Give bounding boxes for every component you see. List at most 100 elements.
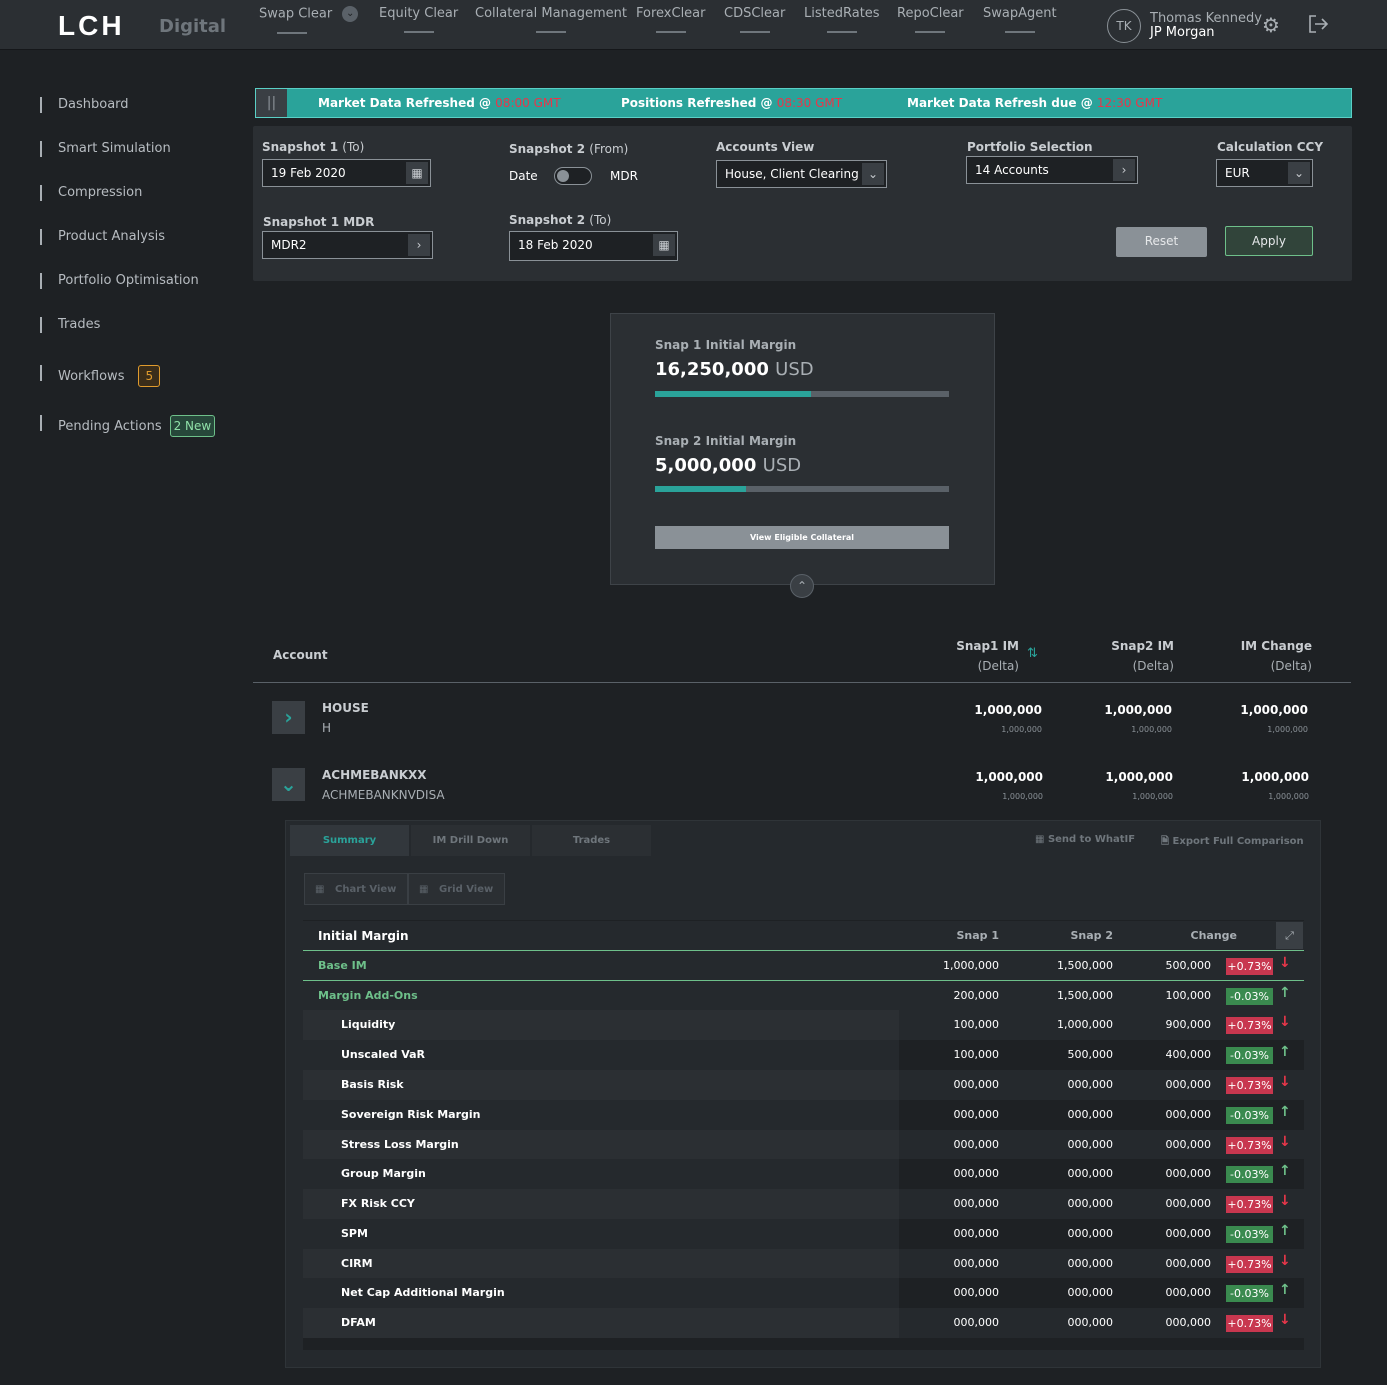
change-pct-badge: +0.73% bbox=[1226, 958, 1273, 975]
chevron-right-icon[interactable]: › bbox=[408, 234, 430, 256]
snap1-progress-fill bbox=[655, 391, 811, 397]
nav-swapagent[interactable]: SwapAgent bbox=[983, 6, 1057, 33]
snap2-value: 1,000,000 bbox=[1104, 703, 1172, 717]
col-snap2-im[interactable]: Snap2 IM (Delta) bbox=[1094, 636, 1174, 676]
calendar-icon[interactable]: ▦ bbox=[406, 162, 428, 184]
grid-row[interactable]: Liquidity 100,000 1,000,000 900,000 +0.73% ↓ bbox=[303, 1010, 1304, 1040]
sidebar-item-workflows[interactable]: Workflows 5 bbox=[40, 365, 161, 387]
grid-row[interactable]: SPM 000,000 000,000 000,000 -0.03% ↑ bbox=[303, 1219, 1304, 1249]
grid-row[interactable]: Stress Loss Margin 000,000 000,000 000,000 +… bbox=[303, 1130, 1304, 1160]
grid-row[interactable]: DFAM 000,000 000,000 000,000 +0.73% ↓ bbox=[303, 1308, 1304, 1338]
arrow-up-icon: ↑ bbox=[1279, 1282, 1291, 1298]
row-snap2: 000,000 bbox=[1067, 1078, 1114, 1091]
tab-trades[interactable]: Trades bbox=[532, 825, 651, 856]
export-link[interactable]: 🗎 Export Full Comparison bbox=[1161, 834, 1304, 851]
user-name: Thomas Kennedy bbox=[1150, 11, 1262, 26]
file-icon: 🗎 bbox=[1161, 836, 1170, 847]
snap1-value: 1,000,000 bbox=[974, 703, 1042, 717]
nav-listedrates[interactable]: ListedRates bbox=[804, 6, 880, 33]
sidebar-item-trades[interactable]: Trades bbox=[40, 317, 100, 333]
user-info[interactable]: Thomas Kennedy JP Morgan bbox=[1150, 12, 1262, 40]
tab-summary[interactable]: Summary bbox=[290, 825, 409, 856]
sort-icon[interactable]: ⇅ bbox=[1027, 646, 1038, 661]
grid-row[interactable]: Basis Risk 000,000 000,000 000,000 +0.73% ↓ bbox=[303, 1070, 1304, 1100]
sidebar-item-portfolio-optimisation[interactable]: Portfolio Optimisation bbox=[40, 273, 199, 289]
col-im-change[interactable]: IM Change (Delta) bbox=[1222, 636, 1312, 676]
collapse-chevron-up-icon[interactable]: ⌃ bbox=[790, 574, 814, 598]
snapshot1-date-field[interactable]: 19 Feb 2020 ▦ bbox=[262, 159, 431, 187]
im-summary-card: Snap 1 Initial Margin 16,250,000 USD Sna… bbox=[610, 313, 995, 585]
grid-row[interactable]: Base IM 1,000,000 1,500,000 500,000 +0.73% ↓ bbox=[303, 951, 1304, 981]
calendar-icon[interactable]: ▦ bbox=[653, 234, 675, 256]
row-label-bg bbox=[303, 1308, 899, 1338]
nav-forexclear[interactable]: ForexClear bbox=[636, 6, 706, 33]
row-label-bg bbox=[303, 1219, 899, 1249]
apply-button[interactable]: Apply bbox=[1225, 226, 1313, 256]
nav-collateral-management[interactable]: Collateral Management bbox=[475, 6, 627, 33]
grid-title: Initial Margin bbox=[318, 929, 409, 943]
grid-row[interactable]: Margin Add-Ons 200,000 1,500,000 100,000 -0.… bbox=[303, 981, 1304, 1011]
row-snap1: 100,000 bbox=[953, 1018, 1000, 1031]
chevron-right-icon[interactable]: › bbox=[272, 701, 305, 734]
grid-row[interactable]: Sovereign Risk Margin 000,000 000,000 000,0… bbox=[303, 1100, 1304, 1130]
grid-row[interactable]: CIRM 000,000 000,000 000,000 +0.73% ↓ bbox=[303, 1249, 1304, 1279]
nav-repoclear[interactable]: RepoClear bbox=[897, 6, 964, 33]
chevron-down-icon[interactable]: ⌄ bbox=[342, 6, 359, 22]
change-value: 1,000,000 bbox=[1240, 703, 1308, 717]
row-label: Group Margin bbox=[341, 1167, 426, 1180]
accounts-view-select[interactable]: House, Client Clearing ⌄ bbox=[716, 160, 887, 188]
send-to-whatif-link[interactable]: ▦ Send to WhatIF bbox=[1035, 834, 1135, 845]
change-pct-badge: +0.73% bbox=[1226, 1196, 1273, 1213]
col-snap1-im[interactable]: Snap1 IM (Delta) bbox=[940, 636, 1019, 676]
change-pct-badge: -0.03% bbox=[1226, 1166, 1273, 1183]
row-snap1: 000,000 bbox=[953, 1167, 1000, 1180]
portfolio-selection-field[interactable]: 14 Accounts › bbox=[966, 156, 1138, 184]
row-snap2: 000,000 bbox=[1067, 1108, 1114, 1121]
reset-button[interactable]: Reset bbox=[1116, 227, 1207, 257]
logout-icon[interactable] bbox=[1307, 13, 1329, 40]
account-code: H bbox=[322, 721, 332, 735]
ticker-item: Market Data Refresh due @ 12:30 GMT bbox=[907, 96, 1163, 110]
grid-row[interactable]: Net Cap Additional Margin 000,000 000,000 0… bbox=[303, 1278, 1304, 1308]
grid-row[interactable]: Unscaled VaR 100,000 500,000 400,000 -0.03% ↑ bbox=[303, 1040, 1304, 1070]
view-eligible-collateral-button[interactable]: View Eligible Collateral bbox=[655, 526, 949, 549]
date-mdr-toggle[interactable] bbox=[554, 167, 592, 185]
pause-icon[interactable]: || bbox=[256, 89, 287, 117]
row-label: Unscaled VaR bbox=[341, 1048, 425, 1061]
snap1-value: 1,000,000 bbox=[975, 770, 1043, 784]
snapshot1-mdr-field[interactable]: MDR2 › bbox=[262, 231, 433, 259]
nav-equity-clear[interactable]: Equity Clear bbox=[379, 6, 458, 33]
row-change: 000,000 bbox=[1165, 1257, 1212, 1270]
chart-view-button[interactable]: ▦ Chart View bbox=[304, 873, 408, 905]
row-change: 000,000 bbox=[1165, 1227, 1212, 1240]
row-snap1: 000,000 bbox=[953, 1197, 1000, 1210]
sidebar-item-pending-actions[interactable]: Pending Actions 2 New bbox=[40, 415, 216, 437]
row-change: 400,000 bbox=[1165, 1048, 1212, 1061]
chevron-right-icon[interactable]: › bbox=[1113, 159, 1135, 181]
row-change: 000,000 bbox=[1165, 1316, 1212, 1329]
chevron-down-icon[interactable]: ⌄ bbox=[862, 163, 884, 185]
sidebar-item-product-analysis[interactable]: Product Analysis bbox=[40, 229, 165, 245]
snap1-im-value: 16,250,000 USD bbox=[655, 359, 814, 380]
sidebar-item-smart-simulation[interactable]: Smart Simulation bbox=[40, 141, 171, 157]
avatar[interactable]: TK bbox=[1107, 9, 1141, 43]
sidebar-item-compression[interactable]: Compression bbox=[40, 185, 142, 201]
snap2-progress bbox=[655, 486, 949, 492]
nav-cdsclear[interactable]: CDSClear bbox=[724, 6, 785, 33]
grid-row[interactable]: FX Risk CCY 000,000 000,000 000,000 +0.73% ↓ bbox=[303, 1189, 1304, 1219]
chevron-down-icon[interactable]: ⌄ bbox=[272, 768, 305, 801]
sidebar-item-dashboard[interactable]: Dashboard bbox=[40, 97, 129, 113]
ccy-select[interactable]: EUR ⌄ bbox=[1216, 159, 1313, 187]
arrow-up-icon: ↑ bbox=[1279, 1044, 1291, 1060]
top-bar: LCH Digital Swap Clear ⌄ Equity Clear Col… bbox=[0, 0, 1387, 50]
row-change: 000,000 bbox=[1165, 1286, 1212, 1299]
tab-im-drill-down[interactable]: IM Drill Down bbox=[411, 825, 530, 856]
snapshot2-date-field[interactable]: 18 Feb 2020 ▦ bbox=[509, 231, 678, 261]
ticker-item: Market Data Refreshed @ 08:00 GMT bbox=[318, 96, 561, 110]
chevron-down-icon[interactable]: ⌄ bbox=[1288, 162, 1310, 184]
expand-icon[interactable]: ⤢ bbox=[1276, 922, 1303, 949]
grid-row[interactable]: Group Margin 000,000 000,000 000,000 -0.03% ↑ bbox=[303, 1159, 1304, 1189]
grid-view-button[interactable]: ▦ Grid View bbox=[408, 873, 505, 905]
nav-swap-clear[interactable]: Swap Clear ⌄ bbox=[259, 6, 359, 34]
gear-icon[interactable]: ⚙ bbox=[1262, 13, 1280, 37]
